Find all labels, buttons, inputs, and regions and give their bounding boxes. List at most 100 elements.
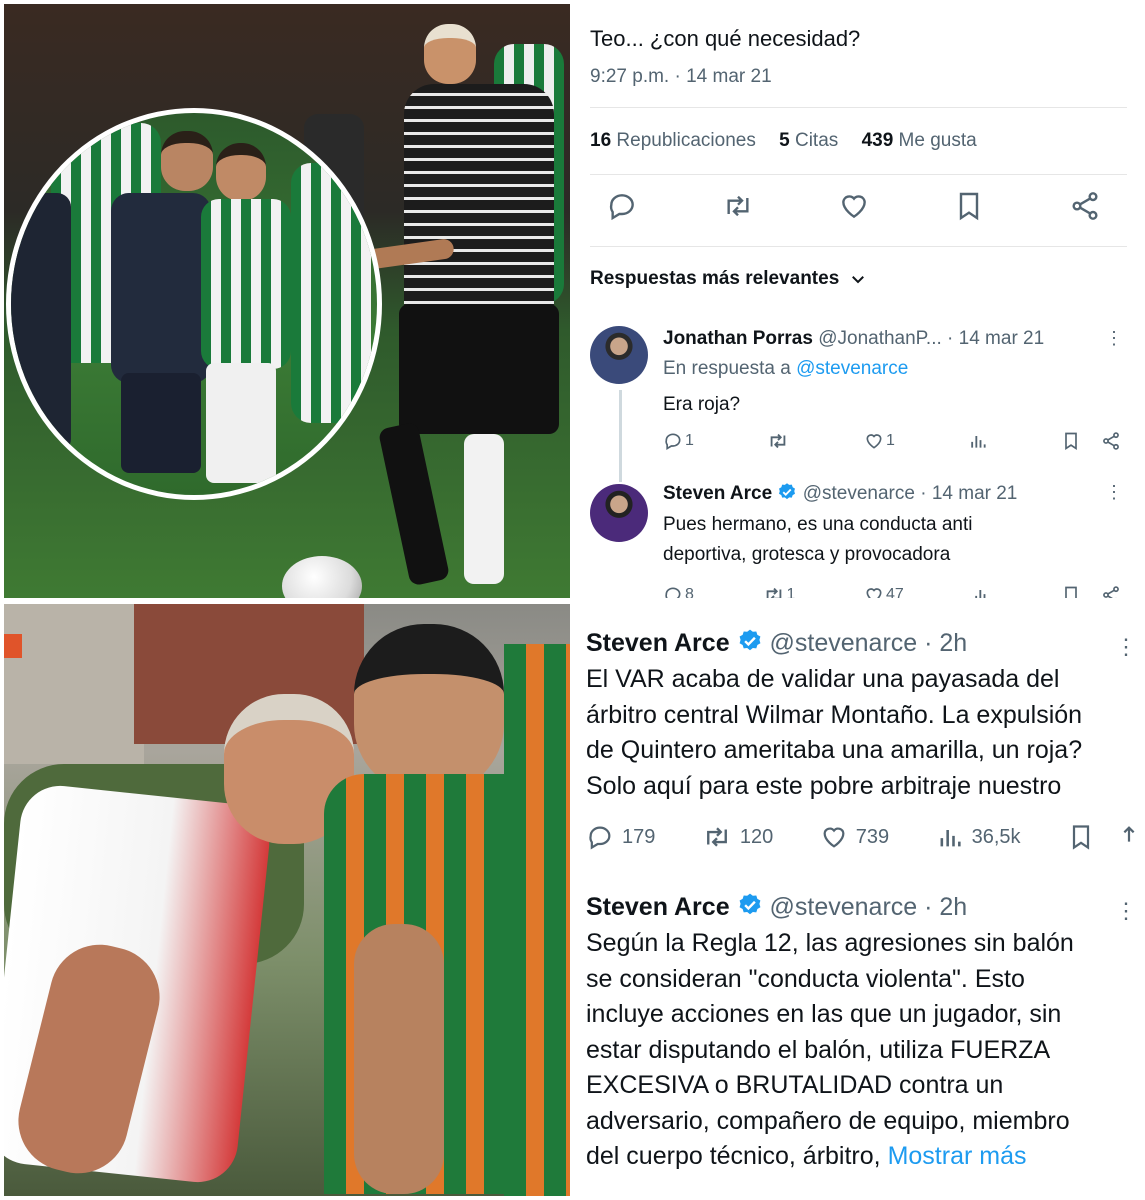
- reply-count: 8: [685, 586, 694, 598]
- retweet-button[interactable]: [767, 430, 791, 452]
- in-reply-handle[interactable]: @stevenarce: [796, 358, 908, 379]
- player-head: [161, 131, 213, 191]
- tweet-text-line: EXCESIVA o BRUTALIDAD contra un: [586, 1071, 1004, 1099]
- background-player: [291, 163, 371, 423]
- views-button[interactable]: 36,5k: [936, 823, 1021, 851]
- like-icon[interactable]: [838, 190, 870, 222]
- bookmark-share-group: [1061, 431, 1121, 451]
- bookmark-icon: [1065, 432, 1077, 451]
- tweet-text-line: árbitro central Wilmar Montaño. La expul…: [586, 700, 1083, 729]
- retweet-icon: [770, 433, 786, 449]
- author-handle[interactable]: @JonathanP...: [818, 328, 942, 349]
- tweet-text: Teo... ¿con qué necesidad?: [590, 26, 861, 51]
- more-icon[interactable]: ⋮: [1105, 482, 1123, 503]
- football: [282, 556, 362, 598]
- views-button[interactable]: [968, 431, 988, 451]
- share-icon[interactable]: [1069, 190, 1101, 222]
- author-name[interactable]: Jonathan Porras: [663, 328, 813, 349]
- thread-line: [619, 390, 622, 482]
- more-icon[interactable]: ⋮: [1105, 328, 1123, 349]
- tweet-text-line: Solo aquí para este pobre arbitraje nues…: [586, 771, 1062, 800]
- player-shorts: [121, 373, 201, 473]
- background-building: [4, 604, 144, 764]
- tweet-time: · 2h: [924, 893, 968, 921]
- author-name[interactable]: Steven Arce: [663, 483, 772, 504]
- reply-button[interactable]: 1: [663, 431, 694, 451]
- retweet-button[interactable]: 1: [763, 584, 795, 598]
- photo-match-recent: [4, 604, 570, 1196]
- player-shirt-dark: [111, 193, 211, 383]
- author-handle[interactable]: @stevenarce: [770, 893, 918, 921]
- chevron-down-icon: [849, 270, 867, 288]
- player-leg: [377, 421, 451, 587]
- quotes-stat[interactable]: 5 Citas: [779, 130, 838, 151]
- reply-header: Jonathan Porras @JonathanP... · 14 mar 2…: [663, 328, 1044, 350]
- likes-stat[interactable]: 439 Me gusta: [862, 130, 977, 151]
- tweet-text-line: El VAR acaba de validar una payasada del: [586, 665, 1060, 693]
- reply-button[interactable]: 8: [663, 585, 694, 598]
- avatar[interactable]: [590, 326, 648, 384]
- reply-actions: 8 1 47: [663, 584, 1121, 598]
- views-count: 36,5k: [971, 825, 1021, 848]
- player-head: [354, 624, 504, 794]
- reply-item[interactable]: Steven Arce @stevenarce · 14 mar 21 ⋮ Pu…: [590, 480, 1123, 598]
- tweet-stats: 16 Republicaciones 5 Citas 439 Me gusta: [590, 130, 995, 152]
- author-name[interactable]: Steven Arce: [586, 893, 730, 921]
- tweet-actions: [606, 190, 1101, 222]
- reposts-stat[interactable]: 16 Republicaciones: [590, 130, 756, 151]
- quotes-count: 5: [779, 130, 790, 151]
- reply-icon: [589, 826, 611, 850]
- author-handle[interactable]: @stevenarce: [803, 483, 915, 504]
- in-reply-prefix: En respuesta a: [663, 358, 791, 379]
- tweet-actions: 179 120 739 36,5k: [586, 822, 1137, 852]
- like-count: 739: [855, 825, 890, 848]
- player-head: [424, 24, 476, 84]
- reply-date: · 14 mar 21: [947, 328, 1045, 349]
- views-icon: [971, 436, 986, 448]
- like-button[interactable]: 739: [820, 823, 889, 851]
- share-icon: [1123, 826, 1135, 842]
- tweet-timestamp: 9:27 p.m. · 14 mar 21: [590, 66, 772, 87]
- avatar[interactable]: [590, 484, 648, 542]
- reply-button[interactable]: 179: [586, 823, 655, 851]
- views-button[interactable]: [972, 585, 992, 598]
- player-arm: [354, 924, 444, 1194]
- share-icon: [1103, 432, 1119, 450]
- bookmark-icon[interactable]: [953, 190, 985, 222]
- photo-match-2021: [4, 4, 570, 598]
- tweet-text-line: incluye acciones en las que un jugador, …: [586, 1000, 1062, 1028]
- like-button[interactable]: 1: [864, 431, 895, 451]
- share-icon: [1103, 586, 1119, 598]
- like-count: 1: [886, 432, 895, 449]
- views-icon: [975, 590, 986, 598]
- reposts-label: Republicaciones: [616, 130, 756, 151]
- reply-item[interactable]: Jonathan Porras @JonathanP... · 14 mar 2…: [590, 326, 1123, 482]
- verified-badge-icon: [779, 483, 796, 500]
- divider: [590, 246, 1127, 247]
- more-icon[interactable]: ⋮: [1115, 898, 1137, 924]
- tweets-recent: Steven Arce @stevenarce · 2h El VAR acab…: [576, 604, 1141, 1196]
- bookmark-icon: [1065, 586, 1077, 598]
- divider: [590, 174, 1127, 175]
- retweet-icon: [706, 827, 727, 847]
- like-icon: [866, 434, 882, 449]
- bookmark-share-group: [1061, 585, 1121, 598]
- author-name[interactable]: Steven Arce: [586, 629, 730, 657]
- retweet-icon[interactable]: [722, 190, 754, 222]
- author-handle[interactable]: @stevenarce: [770, 629, 918, 657]
- like-count: 47: [886, 586, 904, 598]
- reply-date: · 14 mar 21: [920, 483, 1018, 504]
- like-button[interactable]: 47: [864, 585, 904, 598]
- reply-count: 1: [685, 432, 694, 449]
- more-icon[interactable]: ⋮: [1115, 634, 1137, 660]
- retweet-button[interactable]: 120: [702, 822, 773, 852]
- player-shirt-green: [201, 199, 291, 369]
- player-head: [216, 143, 266, 201]
- reply-icon[interactable]: [606, 190, 638, 222]
- replies-sort-dropdown[interactable]: Respuestas más relevantes: [590, 268, 867, 290]
- show-more-link[interactable]: Mostrar más: [888, 1142, 1027, 1170]
- tweet-item[interactable]: Steven Arce @stevenarce · 2h El VAR acab…: [586, 628, 1141, 804]
- tweet-item[interactable]: Steven Arce @stevenarce · 2h Según la Re…: [586, 892, 1141, 1175]
- quotes-label: Citas: [794, 130, 839, 151]
- tweet-text-line: se consideran "conducta violenta". Esto: [586, 964, 1025, 993]
